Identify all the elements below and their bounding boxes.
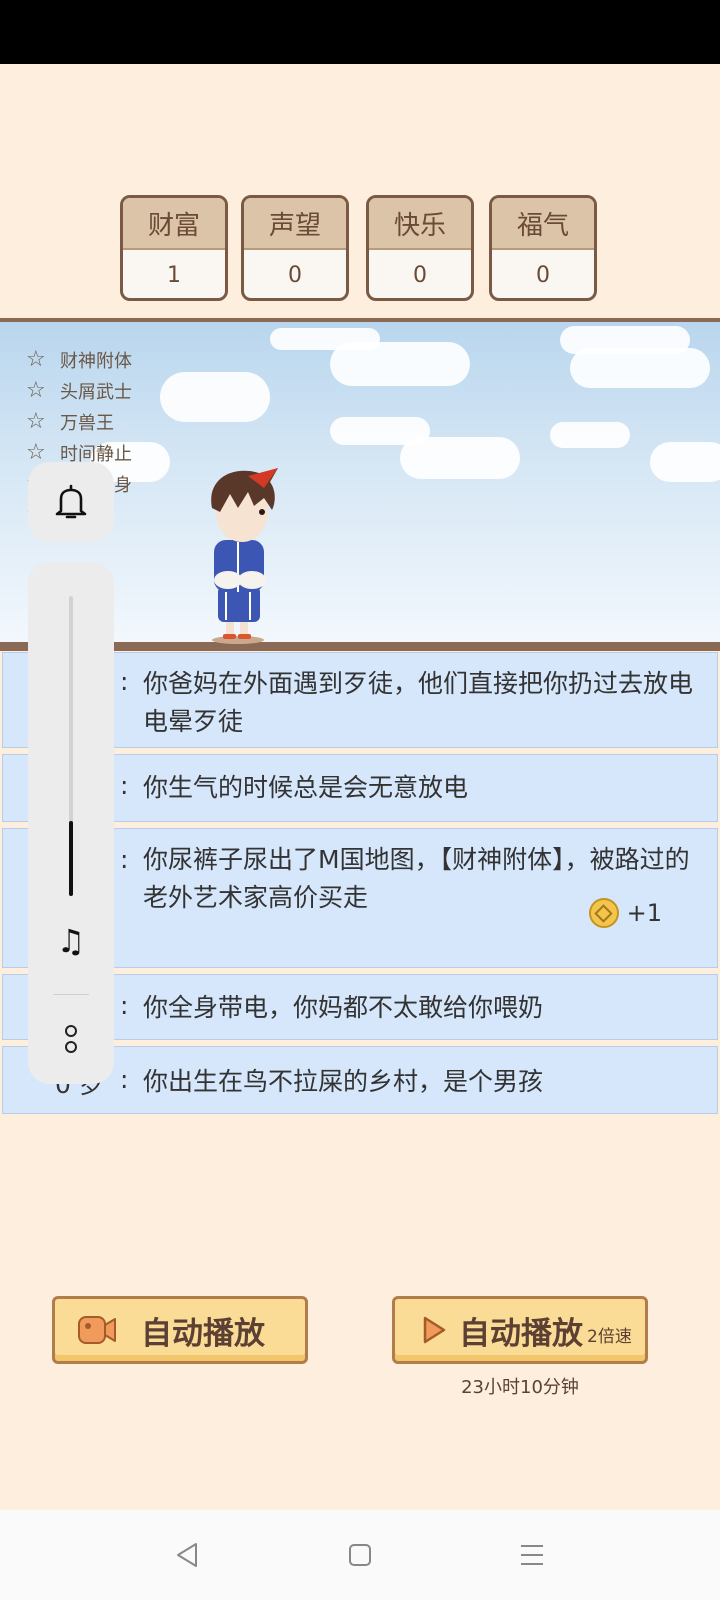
log-colon: : — [120, 667, 129, 696]
stat-value: 0 — [288, 262, 302, 288]
stat-label: 快乐 — [369, 198, 471, 250]
auto-play-label: 自动播放 — [141, 1315, 265, 1352]
reward-amount: +1 — [626, 899, 662, 927]
star-outline-icon: ☆ — [26, 377, 46, 403]
log-text: 你爸妈在外面遇到歹徒，他们直接把你扔过去放电电晕歹徒 — [143, 669, 694, 736]
talent-label: 头屑武士 — [60, 381, 132, 403]
cloud — [400, 437, 520, 479]
stat-fortune: 福气 0 — [489, 195, 597, 301]
talent-label: 财神附体 — [60, 350, 132, 372]
stat-label: 声望 — [244, 198, 346, 250]
menu-lines-icon — [521, 1545, 543, 1565]
home-square-icon — [349, 1544, 371, 1566]
stat-reputation: 声望 0 — [241, 195, 349, 301]
stat-value: 0 — [413, 262, 427, 288]
auto-play-button[interactable]: 自动播放 — [52, 1296, 308, 1364]
log-colon: : — [120, 771, 129, 800]
ringer-toggle[interactable] — [28, 462, 114, 542]
log-text: 你出生在鸟不拉屎的乡村，是个男孩 — [143, 1067, 544, 1096]
log-colon: : — [120, 845, 129, 874]
log-text: 你生气的时候总是会无意放电 — [143, 773, 469, 802]
system-nav-bar — [0, 1510, 720, 1600]
log-colon: : — [120, 991, 129, 1020]
cloud — [650, 442, 720, 482]
cloud — [160, 372, 270, 422]
cloud — [570, 348, 710, 388]
talent-item: ☆ 万兽王 — [26, 406, 132, 437]
volume-level-fill — [69, 821, 73, 896]
stat-label: 财富 — [123, 198, 225, 250]
stat-happiness: 快乐 0 — [366, 195, 474, 301]
reward-badge: +1 — [588, 898, 662, 928]
cloud — [330, 342, 470, 386]
music-note-icon[interactable]: ♫ — [28, 922, 114, 960]
star-outline-icon: ☆ — [26, 346, 46, 372]
talent-item: ☆ 头屑武士 — [26, 375, 132, 406]
stat-value: 1 — [167, 262, 181, 288]
back-triangle-icon — [177, 1543, 197, 1567]
stat-value: 0 — [536, 262, 550, 288]
talent-label: 万兽王 — [60, 412, 114, 434]
bell-icon — [55, 484, 87, 519]
video-camera-icon — [78, 1316, 116, 1344]
speed-label: 2倍速 — [587, 1326, 632, 1347]
log-text: 你全身带电，你妈都不太敢给你喂奶 — [143, 993, 544, 1022]
cloud — [550, 422, 630, 448]
status-bar — [0, 0, 720, 64]
more-dots-icon[interactable] — [65, 1025, 77, 1057]
auto-play-2x-label: 自动播放 — [459, 1315, 583, 1352]
volume-panel: ♫ — [28, 562, 114, 1084]
star-outline-icon: ☆ — [26, 408, 46, 434]
stat-wealth: 财富 1 — [120, 195, 228, 301]
talent-item: ☆ 财神附体 — [26, 344, 132, 375]
stat-label: 福气 — [492, 198, 594, 250]
auto-play-2x-button[interactable]: 自动播放 2倍速 — [392, 1296, 648, 1364]
star-outline-icon: ☆ — [26, 439, 46, 465]
nav-home-button[interactable] — [330, 1530, 390, 1580]
nav-back-button[interactable] — [157, 1530, 217, 1580]
nav-menu-button[interactable] — [502, 1530, 562, 1580]
log-colon: : — [120, 1065, 129, 1094]
coin-icon — [588, 898, 619, 928]
divider — [53, 994, 89, 995]
cooldown-timer: 23小时10分钟 — [461, 1377, 579, 1398]
play-icon — [423, 1316, 446, 1344]
character-sprite — [211, 468, 278, 644]
